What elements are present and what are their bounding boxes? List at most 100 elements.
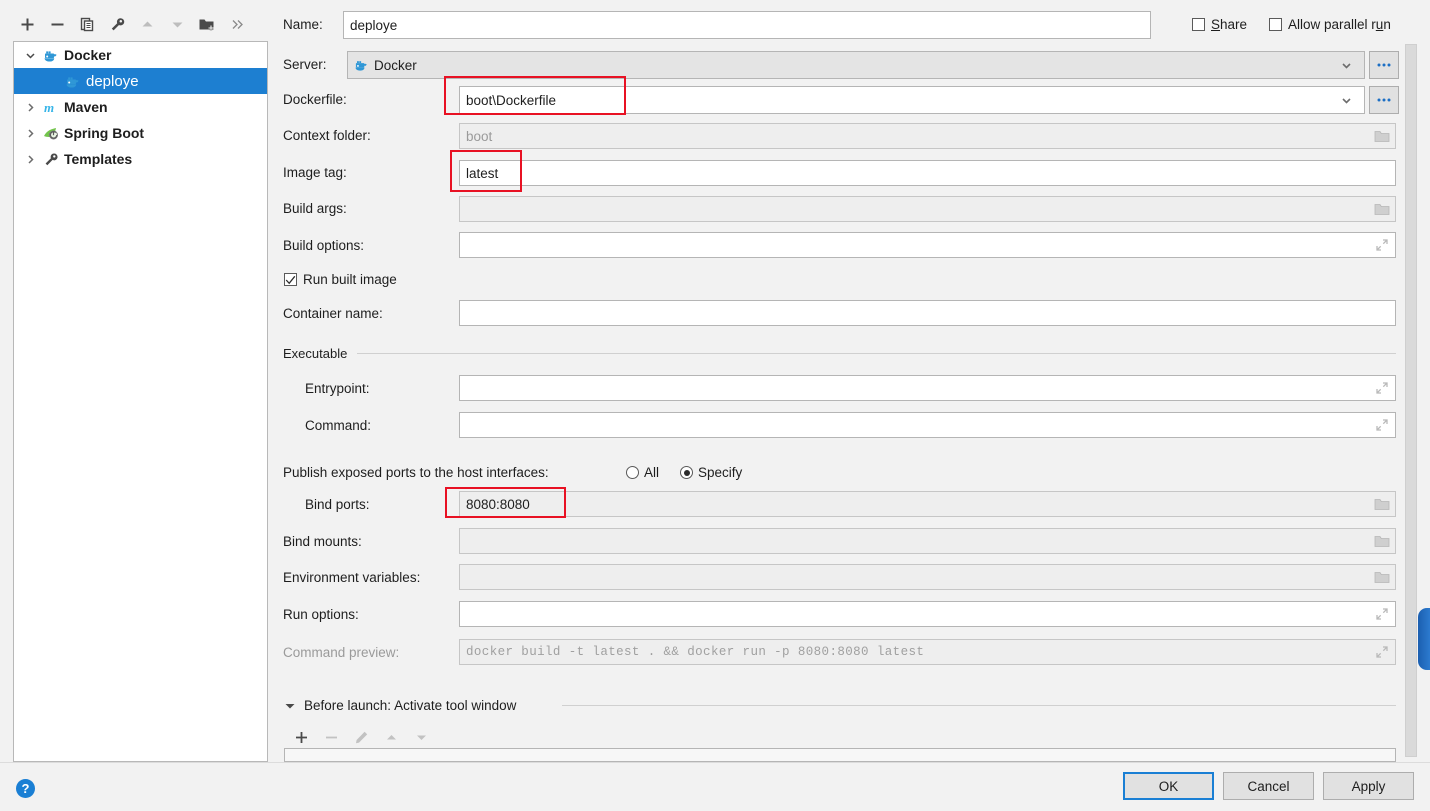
entrypoint-input[interactable]: [459, 375, 1396, 401]
server-label-row: Server:: [283, 57, 327, 72]
ok-button[interactable]: OK: [1123, 772, 1214, 800]
expand-icon[interactable]: [1373, 605, 1391, 623]
before-launch-task-list[interactable]: [284, 748, 1396, 762]
radio-label: Specify: [698, 465, 743, 480]
edge-widget[interactable]: [1418, 608, 1430, 670]
publish-ports-radio-all[interactable]: All: [626, 465, 659, 480]
before-launch-move-up-button[interactable]: [376, 723, 406, 751]
allow-parallel-run-checkbox[interactable]: Allow parallel run: [1269, 17, 1391, 32]
server-label: Server:: [283, 57, 327, 72]
tree-item-docker[interactable]: Docker: [14, 42, 267, 68]
chevron-down-icon[interactable]: [1334, 87, 1358, 113]
before-launch-remove-button[interactable]: [316, 723, 346, 751]
build-args-input[interactable]: [459, 196, 1396, 222]
before-launch-divider: [562, 705, 1396, 706]
name-input[interactable]: deploye: [343, 11, 1151, 39]
expand-icon[interactable]: [1373, 643, 1391, 661]
cancel-button[interactable]: Cancel: [1223, 772, 1314, 800]
chevron-right-icon[interactable]: [20, 128, 40, 139]
before-launch-edit-button[interactable]: [346, 723, 376, 751]
more-options-button[interactable]: [222, 10, 252, 38]
bind-mounts-label-row: Bind mounts:: [283, 534, 362, 549]
build-args-label: Build args:: [283, 201, 347, 216]
chevron-down-icon[interactable]: [20, 50, 40, 61]
bind-ports-input[interactable]: 8080:8080: [459, 491, 1396, 517]
dockerfile-label-row: Dockerfile:: [283, 92, 347, 107]
before-launch-header[interactable]: Before launch: Activate tool window: [284, 698, 516, 713]
triangle-down-icon[interactable]: [284, 700, 296, 712]
wrench-icon: [40, 152, 62, 167]
spring-boot-icon: [40, 126, 62, 141]
tree-item-deploye[interactable]: deploye: [14, 68, 267, 94]
bind-ports-label: Bind ports:: [305, 497, 370, 512]
container-name-input[interactable]: [459, 300, 1396, 326]
dockerfile-browse-button[interactable]: [1369, 86, 1399, 114]
help-button[interactable]: ?: [16, 779, 35, 798]
build-args-label-row: Build args:: [283, 201, 347, 216]
apply-button[interactable]: Apply: [1323, 772, 1414, 800]
expand-icon[interactable]: [1373, 236, 1391, 254]
tree-item-maven[interactable]: m Maven: [14, 94, 267, 120]
server-browse-button[interactable]: [1369, 51, 1399, 79]
server-combobox[interactable]: Docker: [347, 51, 1365, 79]
bind-mounts-input[interactable]: [459, 528, 1396, 554]
run-built-image-checkbox[interactable]: Run built image: [284, 272, 397, 287]
run-options-input[interactable]: [459, 601, 1396, 627]
command-label-row: Command:: [305, 418, 371, 433]
image-tag-input[interactable]: latest: [459, 160, 1396, 186]
command-label: Command:: [305, 418, 372, 433]
footer-divider: [0, 762, 1430, 763]
dockerfile-combobox[interactable]: boot\Dockerfile: [459, 86, 1365, 114]
command-input[interactable]: [459, 412, 1396, 438]
before-launch-toolbar: [286, 723, 436, 751]
move-down-button[interactable]: [162, 10, 192, 38]
environment-variables-label-row: Environment variables:: [283, 570, 420, 585]
add-configuration-button[interactable]: [12, 10, 42, 38]
expand-icon[interactable]: [1373, 416, 1391, 434]
docker-icon: [354, 58, 369, 72]
chevron-down-icon[interactable]: [1334, 52, 1358, 78]
tree-item-label: Templates: [64, 151, 133, 167]
edit-templates-button[interactable]: [102, 10, 132, 38]
image-tag-label: Image tag:: [283, 165, 347, 180]
new-folder-button[interactable]: [192, 10, 222, 38]
command-preview-value: docker build -t latest . && docker run -…: [466, 645, 925, 659]
entrypoint-label-row: Entrypoint:: [305, 381, 370, 396]
remove-configuration-button[interactable]: [42, 10, 72, 38]
move-up-button[interactable]: [132, 10, 162, 38]
folder-icon[interactable]: [1373, 200, 1391, 218]
environment-variables-label: Environment variables:: [283, 570, 421, 585]
folder-icon[interactable]: [1373, 495, 1391, 513]
cancel-label: Cancel: [1247, 778, 1290, 794]
container-name-label-row: Container name:: [283, 306, 383, 321]
checkbox-box: [1192, 18, 1205, 31]
form-scrollbar-thumb[interactable]: [1405, 44, 1417, 757]
run-configurations-tree[interactable]: Docker deploye m Maven Spring Boot Templ…: [13, 41, 268, 762]
maven-icon: m: [40, 100, 62, 115]
command-preview-field: docker build -t latest . && docker run -…: [459, 639, 1396, 665]
radio-label: All: [644, 465, 660, 480]
bind-ports-value: 8080:8080: [466, 496, 530, 512]
folder-icon[interactable]: [1373, 568, 1391, 586]
bind-ports-label-row: Bind ports:: [305, 497, 370, 512]
folder-icon[interactable]: [1373, 532, 1391, 550]
tree-item-spring-boot[interactable]: Spring Boot: [14, 120, 267, 146]
environment-variables-input[interactable]: [459, 564, 1396, 590]
chevron-right-icon[interactable]: [20, 102, 40, 113]
before-launch-move-down-button[interactable]: [406, 723, 436, 751]
before-launch-add-button[interactable]: [286, 723, 316, 751]
share-checkbox[interactable]: Share: [1192, 17, 1247, 32]
copy-configuration-button[interactable]: [72, 10, 102, 38]
build-options-input[interactable]: [459, 232, 1396, 258]
run-built-image-label: Run built image: [303, 272, 397, 287]
publish-ports-row: Publish exposed ports to the host interf…: [283, 465, 549, 480]
expand-icon[interactable]: [1373, 379, 1391, 397]
tree-item-templates[interactable]: Templates: [14, 146, 267, 172]
tree-item-label: Maven: [64, 99, 108, 115]
allow-parallel-run-label: Allow parallel run: [1288, 17, 1391, 32]
run-options-label: Run options:: [283, 607, 359, 622]
chevron-right-icon[interactable]: [20, 154, 40, 165]
context-folder-input[interactable]: boot: [459, 123, 1396, 149]
publish-ports-radio-specify[interactable]: Specify: [680, 465, 742, 480]
folder-icon[interactable]: [1373, 127, 1391, 145]
